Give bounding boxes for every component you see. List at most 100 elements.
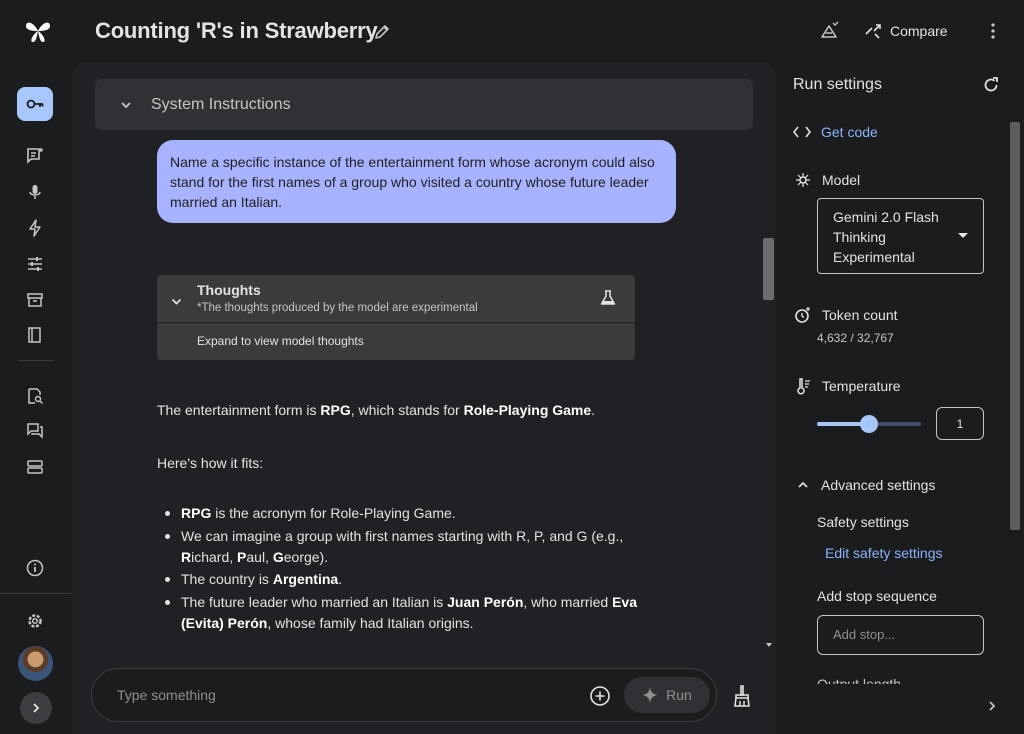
slider-handle[interactable] (860, 415, 878, 433)
clear-chat-brush-icon[interactable] (732, 684, 752, 708)
share-feedback-icon[interactable] (818, 20, 840, 42)
temperature-slider[interactable] (817, 414, 921, 434)
prompt-input-bar: Type something Run (91, 668, 717, 722)
compare-button[interactable]: Compare (864, 20, 948, 42)
reset-settings-icon[interactable] (982, 76, 1000, 94)
chevron-right-icon (33, 703, 40, 713)
stop-sequence-label: Add stop sequence (817, 588, 937, 604)
system-instructions-label: System Instructions (151, 95, 291, 113)
text-run: The country is (181, 571, 273, 587)
nav-info-button[interactable] (23, 556, 47, 580)
rail-divider (18, 360, 54, 361)
text-run: . (338, 571, 343, 587)
text-run: The entertainment form is (157, 402, 321, 418)
safety-settings-label: Safety settings (817, 514, 909, 530)
text-run: Argentina (272, 571, 339, 587)
expand-thoughts-link[interactable]: Expand to view model thoughts (197, 334, 364, 348)
microphone-icon (29, 185, 41, 199)
rail-divider (0, 593, 71, 594)
thoughts-title: Thoughts (197, 282, 261, 298)
text-run: eorge). (283, 548, 329, 565)
advanced-settings-toggle[interactable]: Advanced settings (797, 477, 935, 493)
prompt-input[interactable]: Type something (117, 687, 216, 703)
text-run: ichard, (191, 548, 238, 565)
chevron-down-icon (958, 233, 968, 238)
text-run: We can imagine a group with first names … (181, 527, 624, 544)
list-item: We can imagine a group with first names … (163, 526, 663, 568)
more-vert-icon[interactable] (982, 20, 1004, 42)
run-button[interactable]: Run (624, 677, 710, 713)
chat-add-icon (27, 148, 43, 164)
text-run: RPG (320, 402, 351, 418)
nav-forum-button[interactable] (23, 419, 47, 443)
nav-starter-apps-button[interactable] (23, 216, 47, 240)
thoughts-subtitle: *The thoughts produced by the model are … (197, 302, 478, 314)
chevron-down-icon (171, 298, 182, 305)
text-run: Role-Playing Game (463, 402, 592, 418)
thermometer-icon (797, 378, 810, 395)
gear-icon (28, 614, 42, 628)
text-run: P (237, 548, 247, 565)
token-count-value: 4,632 / 32,767 (817, 331, 894, 345)
edit-safety-settings-link[interactable]: Edit safety settings (825, 545, 943, 561)
chevron-right-icon[interactable] (985, 699, 999, 713)
flask-icon (600, 290, 616, 305)
settings-scrollbar-thumb[interactable] (1010, 122, 1020, 530)
nav-api-key-button[interactable] (17, 87, 53, 121)
text-run: R (181, 548, 192, 565)
temperature-input[interactable]: 1 (936, 407, 984, 440)
model-select[interactable]: Gemini 2.0 Flash Thinking Experimental (817, 198, 984, 274)
text-run: . (591, 402, 596, 418)
token-count-section-header: Token count (794, 306, 898, 324)
nav-storage-button[interactable] (23, 455, 47, 479)
token-count-icon (795, 307, 810, 323)
temperature-section-header: Temperature (794, 377, 901, 395)
output-length-label: Output length (817, 676, 902, 684)
nav-tune-button[interactable] (23, 252, 47, 276)
get-code-link[interactable]: Get code (793, 124, 878, 140)
user-avatar[interactable] (18, 646, 53, 681)
nav-new-chat-button[interactable] (23, 144, 47, 168)
key-icon (26, 99, 44, 109)
get-code-label: Get code (821, 124, 878, 140)
text-run: , whose family had Italian origins. (267, 614, 474, 631)
text-run: RPG (181, 505, 212, 521)
lightning-icon (29, 219, 41, 237)
nav-docs-button[interactable] (23, 323, 47, 347)
list-item: The future leader who married an Italian… (163, 592, 663, 634)
list-item: The country is Argentina. (163, 569, 663, 590)
token-count-label: Token count (822, 307, 898, 323)
pencil-icon[interactable] (372, 22, 392, 42)
expand-rail-button[interactable] (20, 692, 52, 724)
forum-icon (27, 423, 43, 439)
chat-scrollbar-thumb[interactable] (763, 238, 774, 300)
document-search-icon (28, 388, 43, 404)
nav-library-button[interactable] (23, 288, 47, 312)
text-run: Juan Perón (447, 593, 524, 610)
run-settings-title: Run settings (793, 76, 882, 93)
thoughts-header[interactable]: Thoughts *The thoughts produced by the m… (157, 275, 635, 323)
nav-settings-button[interactable] (23, 609, 47, 633)
nav-search-docs-button[interactable] (23, 384, 47, 408)
text-run: , who married (523, 593, 613, 610)
code-icon (793, 126, 811, 138)
left-nav-rail (0, 0, 71, 734)
advanced-settings-label: Advanced settings (821, 477, 936, 493)
sparkle-icon (642, 687, 659, 703)
chevron-down-icon (121, 101, 131, 108)
nav-stream-button[interactable] (23, 180, 47, 204)
prompt-title: Counting 'R's in Strawberry (95, 18, 378, 43)
info-icon (26, 559, 44, 577)
scroll-down-arrow-icon[interactable] (763, 640, 775, 650)
app-logo-icon[interactable] (24, 18, 52, 44)
compare-icon (865, 24, 881, 39)
model-label: Model (822, 172, 861, 188)
model-section-header: Model (794, 171, 860, 189)
system-instructions-toggle[interactable]: System Instructions (95, 79, 753, 130)
chevron-up-icon (798, 481, 808, 488)
stop-sequence-input[interactable]: Add stop... (817, 615, 984, 655)
add-media-icon[interactable] (589, 685, 611, 707)
text-run: G (272, 548, 284, 565)
chat-panel: System Instructions Name a specific inst… (71, 62, 777, 734)
text-run: aul, (246, 548, 273, 565)
